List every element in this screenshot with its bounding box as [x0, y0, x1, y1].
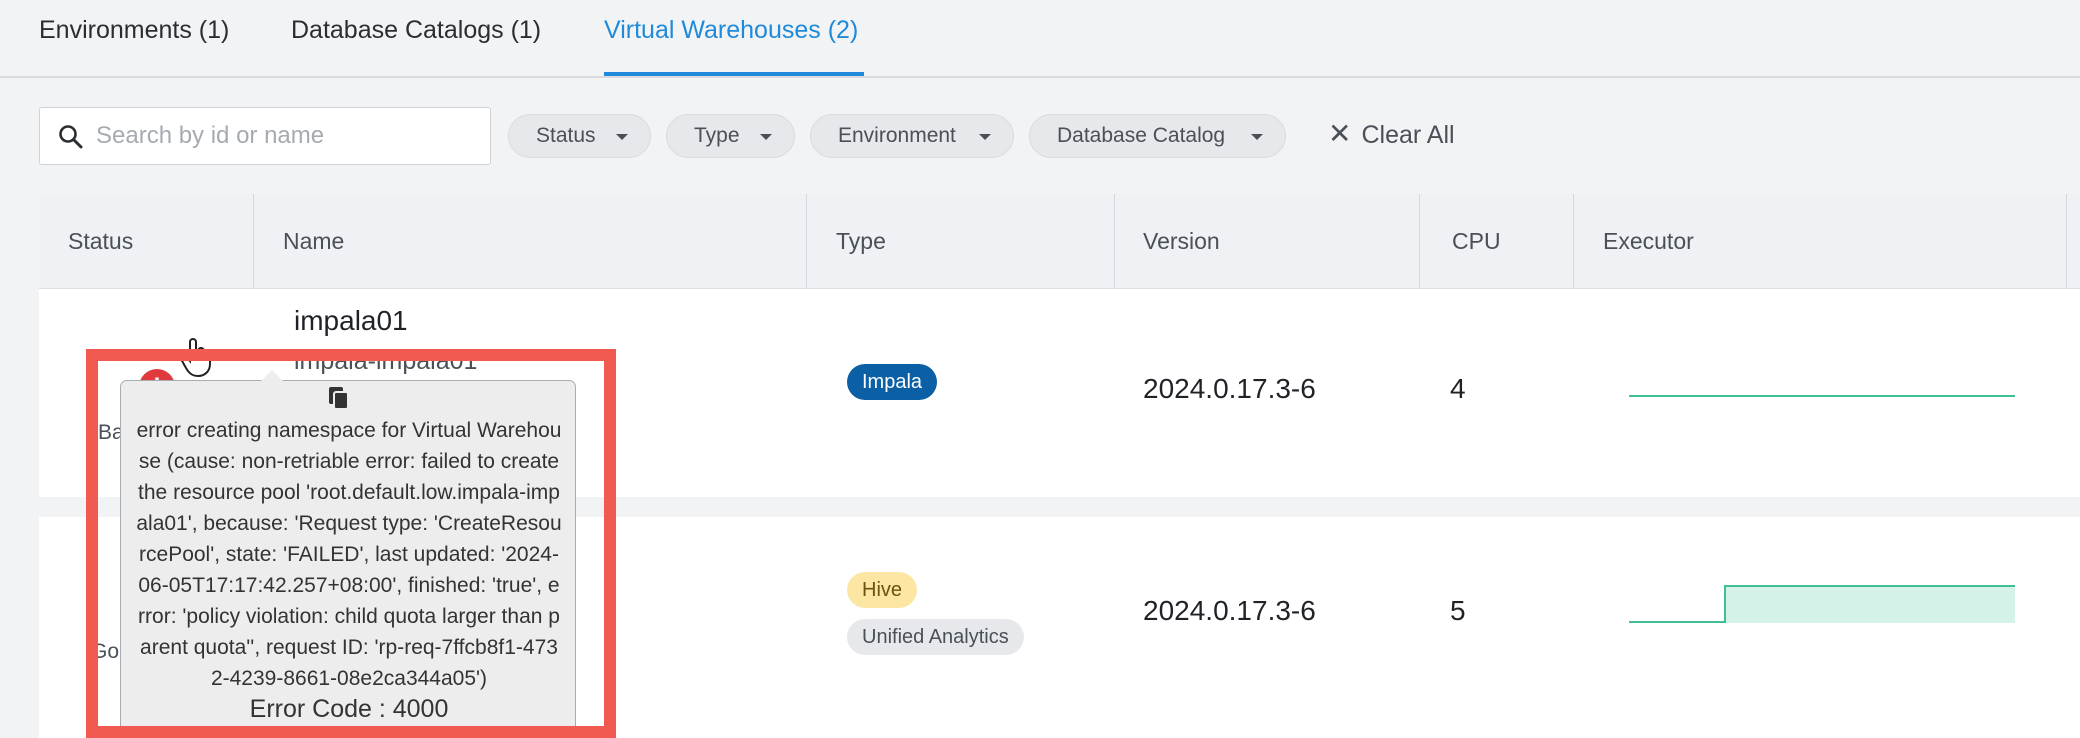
column-divider [253, 194, 254, 288]
error-message: error creating namespace for Virtual War… [136, 419, 562, 690]
status-filter-label: Status [536, 124, 596, 147]
column-divider [1114, 194, 1115, 288]
copy-icon[interactable] [327, 385, 351, 416]
clear-all-label: Clear All [1361, 121, 1455, 149]
column-header-type[interactable]: Type [836, 228, 886, 255]
page: Environments (1) Database Catalogs (1) V… [0, 0, 2080, 738]
column-divider [1573, 194, 1574, 288]
environment-filter-label: Environment [838, 124, 956, 147]
type-filter-dropdown[interactable]: Type [666, 114, 795, 158]
chevron-down-icon [760, 134, 772, 140]
column-divider [1419, 194, 1420, 288]
column-header-status[interactable]: Status [68, 228, 133, 255]
column-header-name[interactable]: Name [283, 228, 344, 255]
type-badge-hive: Hive [847, 572, 918, 608]
status-label: Go [91, 640, 120, 663]
version-value: 2024.0.17.3-6 [1143, 373, 1316, 404]
table-header: Status Name Type Version CPU Executor [39, 194, 2080, 289]
chevron-down-icon [1251, 134, 1263, 140]
chevron-down-icon [979, 134, 991, 140]
active-tab-indicator [604, 72, 864, 76]
type-filter-label: Type [694, 124, 740, 147]
clear-all-button[interactable]: ✕ Clear All [1302, 110, 1483, 162]
type-badge-impala: Impala [847, 364, 938, 400]
column-header-cpu[interactable]: CPU [1452, 228, 1501, 255]
status-filter-dropdown[interactable]: Status [508, 114, 651, 158]
database-catalog-filter-dropdown[interactable]: Database Catalog [1029, 114, 1286, 158]
cpu-value: 5 [1450, 595, 1466, 626]
hand-cursor-icon [179, 338, 214, 383]
cpu-value: 4 [1450, 373, 1466, 404]
column-divider [806, 194, 807, 288]
tab-bar: Environments (1) Database Catalogs (1) V… [0, 0, 2080, 78]
search-placeholder: Search by id or name [96, 122, 325, 149]
search-input[interactable]: Search by id or name [39, 107, 491, 165]
type-badge-unified-analytics: Unified Analytics [847, 619, 1024, 655]
column-header-version[interactable]: Version [1143, 228, 1220, 255]
executor-sparkline-fill [1725, 586, 2015, 623]
tab-environments[interactable]: Environments (1) [39, 16, 229, 45]
chevron-down-icon [616, 134, 628, 140]
tab-virtual-warehouses[interactable]: Virtual Warehouses (2) [604, 16, 858, 45]
version-value: 2024.0.17.3-6 [1143, 595, 1316, 626]
search-icon [58, 124, 84, 155]
error-popover: error creating namespace for Virtual War… [120, 370, 576, 738]
warehouse-subname: impala-impala01 [294, 347, 478, 375]
executor-sparkline [1629, 585, 2015, 623]
warehouse-name[interactable]: impala01 [294, 305, 408, 337]
database-catalog-filter-label: Database Catalog [1057, 124, 1226, 147]
error-code: Error Code : 4000 [249, 695, 449, 723]
environment-filter-dropdown[interactable]: Environment [810, 114, 1014, 158]
executor-sparkline [1629, 395, 2015, 397]
tab-database-catalogs[interactable]: Database Catalogs (1) [291, 16, 541, 45]
column-header-executor[interactable]: Executor [1603, 228, 1694, 255]
close-icon: ✕ [1328, 118, 1352, 149]
column-divider [2066, 194, 2067, 288]
popover-arrow [261, 370, 283, 381]
